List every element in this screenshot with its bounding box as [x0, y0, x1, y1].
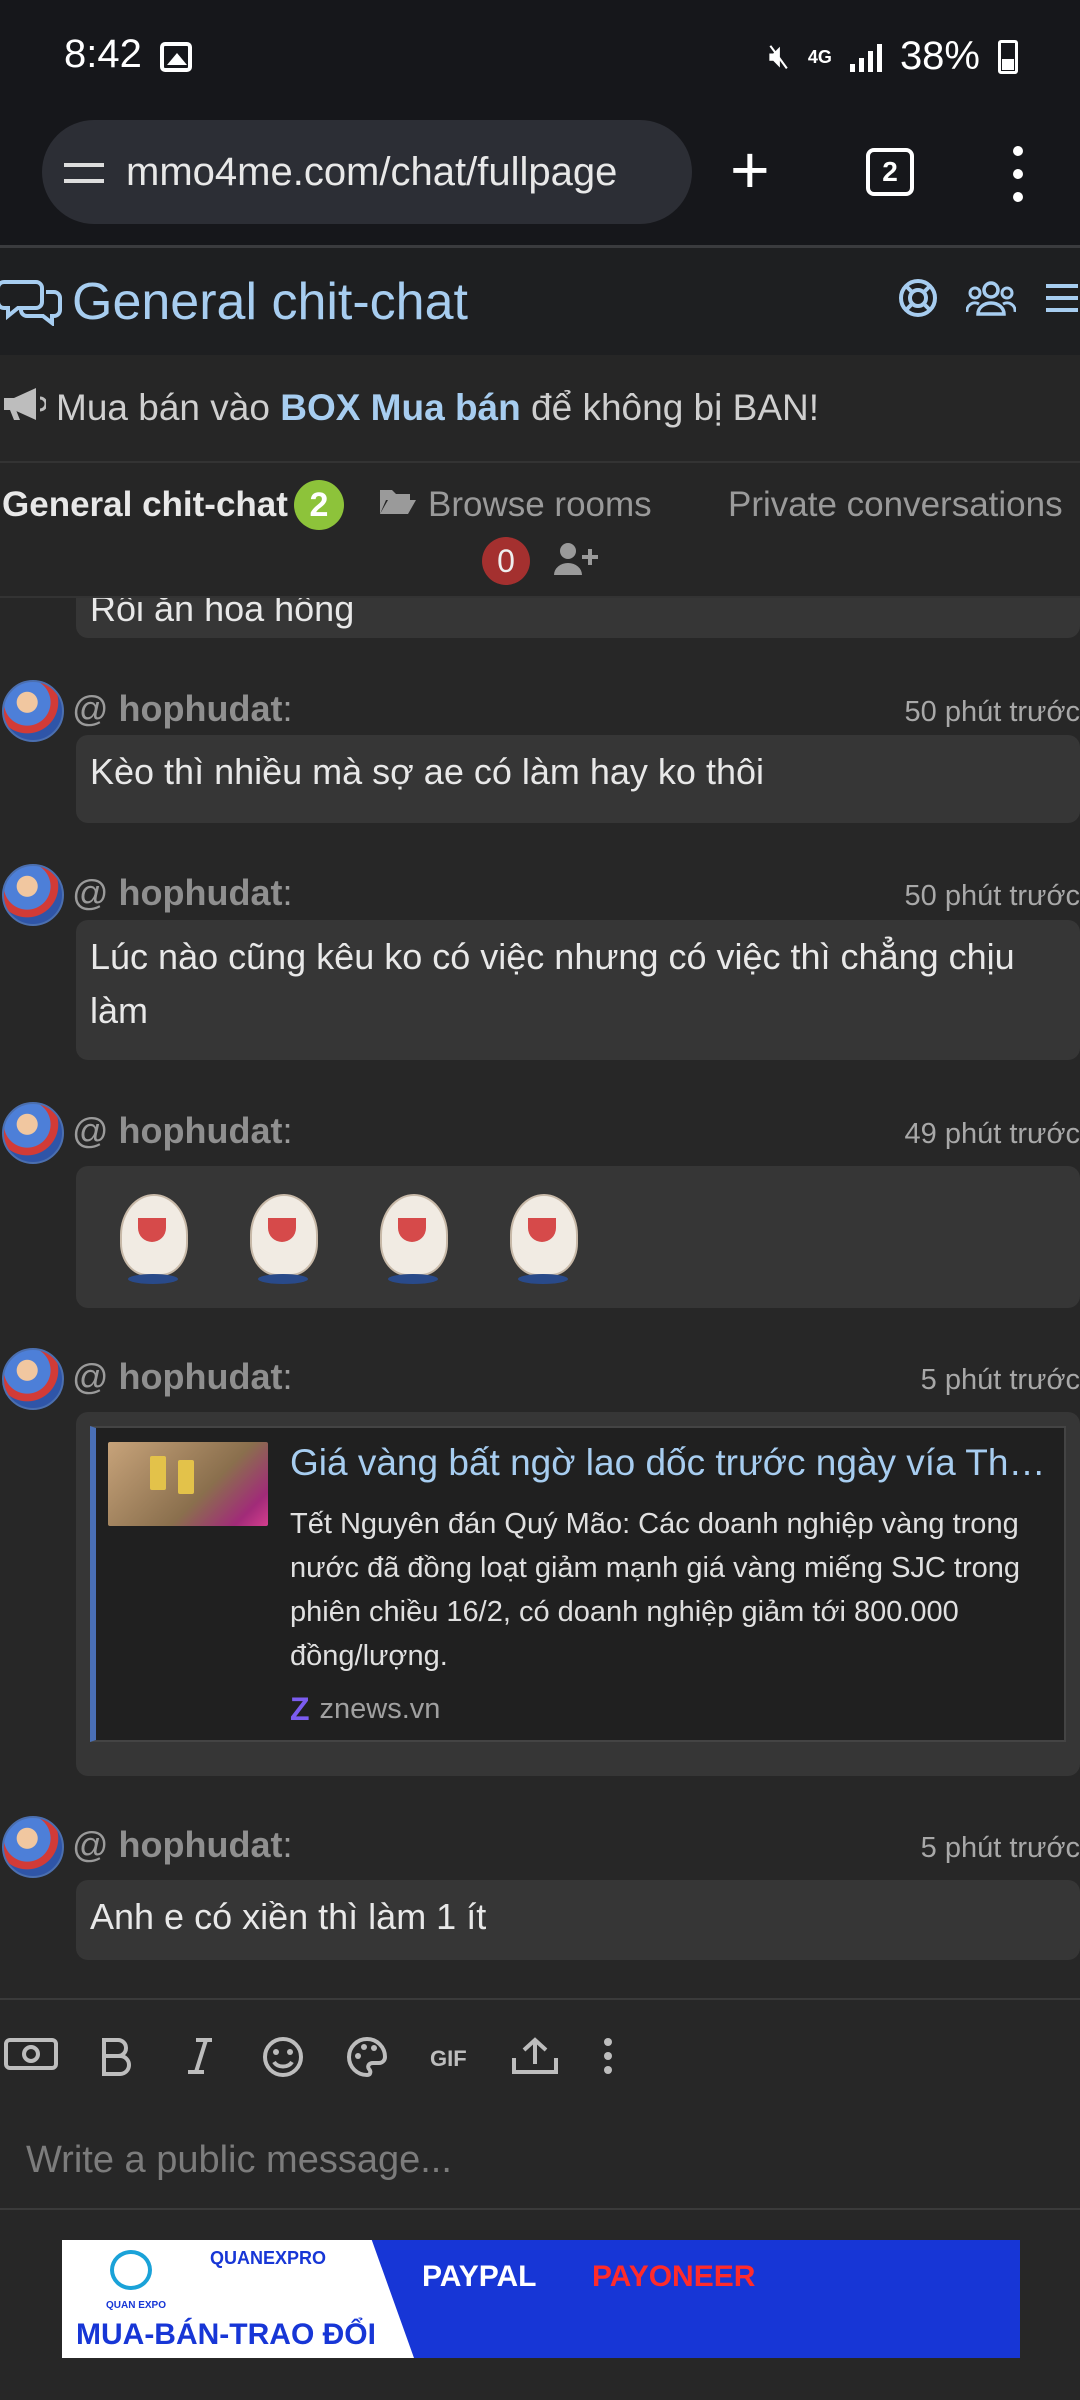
notice-box-link[interactable]: BOX Mua bán — [280, 387, 521, 429]
message-author[interactable]: @ hophudat: — [72, 688, 293, 730]
bold-icon[interactable] — [98, 2036, 134, 2081]
notice-prefix: Mua bán vào — [56, 387, 270, 428]
megaphone-icon — [2, 386, 48, 431]
tab-browse-label: Browse rooms — [428, 485, 652, 524]
avatar[interactable] — [2, 864, 64, 926]
status-indicators: 🔇︎ 4G 38% — [768, 34, 1018, 79]
article-thumbnail — [108, 1442, 268, 1526]
message-list: Rồi ăn hoa hồng @ hophudat: 50 phút trướ… — [0, 598, 1080, 1998]
cat-sticker-icon — [110, 1190, 194, 1286]
message-text: Anh e có xiền thì làm 1 ít — [90, 1896, 487, 1937]
message-bubble: Lúc nào cũng kêu ko có việc nhưng có việ… — [76, 920, 1080, 1060]
avatar[interactable] — [2, 680, 64, 742]
message-author[interactable]: @ hophudat: — [72, 872, 293, 914]
emoji-icon[interactable] — [262, 2036, 304, 2083]
message-input[interactable]: Write a public message... — [0, 2118, 1080, 2210]
znews-logo-icon: Z — [290, 1691, 310, 1727]
chat-room-title: General chit-chat — [72, 273, 468, 331]
link-preview-site: Z znews.vn — [290, 1682, 440, 1736]
battery-level: 38% — [899, 34, 980, 78]
link-preview-card[interactable]: Giá vàng bất ngờ lao dốc trước ngày vía … — [90, 1426, 1066, 1742]
ad-logo-text: QUAN EXPO — [106, 2300, 167, 2311]
battery-icon — [998, 39, 1018, 74]
message-timestamp: 50 phút trước — [904, 880, 1080, 912]
status-time: 8:42 — [64, 32, 142, 76]
message-bubble: Rồi ăn hoa hồng — [76, 598, 1080, 638]
message-bubble: Kèo thì nhiều mà sợ ae có làm hay ko thô… — [76, 735, 1080, 823]
message-text: Rồi ăn hoa hồng — [90, 598, 355, 629]
author-name[interactable]: hophudat — [119, 1110, 283, 1151]
network-type: 4G — [807, 46, 832, 67]
browser-toolbar: mmo4me.com/chat/fullpage + 2 — [0, 110, 1080, 245]
author-name[interactable]: hophudat — [119, 1824, 283, 1865]
chat-notice: Mua bán vào BOX Mua bán để không bị BAN! — [0, 355, 1080, 463]
message-text: Lúc nào cũng kêu ko có việc nhưng có việ… — [90, 936, 1015, 1031]
site-name: znews.vn — [319, 1693, 441, 1725]
author-name[interactable]: hophudat — [119, 872, 283, 913]
message-author[interactable]: @ hophudat: — [72, 1824, 293, 1866]
signal-icon — [849, 42, 882, 72]
header-actions — [898, 278, 1080, 323]
message-timestamp: 5 phút trước — [920, 1832, 1080, 1864]
cat-sticker-icon — [500, 1190, 584, 1286]
link-preview-description: Tết Nguyên đán Quý Mão: Các doanh nghiệp… — [290, 1508, 1021, 1672]
message-timestamp: 49 phút trước — [904, 1118, 1080, 1150]
cat-sticker-icon — [370, 1190, 454, 1286]
ad-brand: QUANEXPRO — [210, 2248, 327, 2268]
help-lifebuoy-icon[interactable] — [898, 278, 938, 323]
tab-switcher-button[interactable]: 2 — [866, 148, 914, 196]
ad-paypal: PAYPAL — [422, 2260, 537, 2293]
italic-icon[interactable] — [182, 2036, 218, 2081]
ad-payoneer: PAYONEER — [592, 2260, 756, 2293]
ad-banner[interactable]: QUAN EXPO QUANEXPRO MUA-BÁN-TRAO ĐỔI PAY… — [62, 2240, 1020, 2358]
message-timestamp: 5 phút trước — [920, 1364, 1080, 1396]
folder-open-icon — [378, 485, 418, 525]
message-bubble: Anh e có xiền thì làm 1 ít — [76, 1880, 1080, 1960]
hamburger-menu-icon[interactable] — [1044, 282, 1080, 319]
link-preview-title[interactable]: Giá vàng bất ngờ lao dốc trước ngày vía … — [290, 1436, 1060, 1490]
more-options-icon[interactable] — [602, 2036, 614, 2081]
chat-tabs: General chit-chat 2 Browse rooms Private… — [0, 463, 1080, 598]
address-bar[interactable]: mmo4me.com/chat/fullpage — [42, 120, 692, 224]
sticker-bubble — [76, 1166, 1080, 1308]
author-name[interactable]: hophudat — [119, 1356, 283, 1397]
browser-menu-button[interactable] — [1008, 144, 1028, 204]
quanexpo-logo-icon — [110, 2250, 152, 2290]
private-badge: 0 — [482, 537, 530, 585]
site-settings-icon[interactable] — [64, 157, 104, 187]
tab-browse-rooms[interactable]: Browse rooms — [378, 485, 652, 525]
message-text: Kèo thì nhiều mà sợ ae có làm hay ko thô… — [90, 751, 764, 792]
chat-bubbles-icon — [0, 276, 62, 331]
ad-left-panel: QUAN EXPO QUANEXPRO MUA-BÁN-TRAO ĐỔI — [62, 2240, 414, 2358]
money-icon[interactable] — [4, 2036, 58, 2077]
message-timestamp: 50 phút trước — [904, 696, 1080, 728]
avatar[interactable] — [2, 1102, 64, 1164]
palette-icon[interactable] — [346, 2036, 388, 2083]
gif-button[interactable]: GIF — [430, 2046, 467, 2072]
upload-icon[interactable] — [510, 2036, 560, 2081]
author-name[interactable]: hophudat — [119, 688, 283, 729]
tab-private-conversations[interactable]: Private conversations — [728, 485, 1063, 525]
gallery-icon — [160, 42, 192, 72]
message-bubble: Giá vàng bất ngờ lao dốc trước ngày vía … — [76, 1412, 1080, 1776]
members-icon[interactable] — [965, 278, 1017, 323]
mute-icon: 🔇︎ — [768, 37, 790, 75]
chat-header: General chit-chat — [0, 245, 1080, 355]
avatar[interactable] — [2, 1348, 64, 1410]
cat-sticker-icon — [240, 1190, 324, 1286]
avatar[interactable] — [2, 1816, 64, 1878]
unread-badge: 2 — [294, 480, 344, 530]
message-author[interactable]: @ hophudat: — [72, 1356, 293, 1398]
status-bar: 8:42 🔇︎ 4G 38% — [0, 0, 1080, 110]
url-text[interactable]: mmo4me.com/chat/fullpage — [126, 150, 617, 195]
ad-tagline: MUA-BÁN-TRAO ĐỔI — [76, 2318, 376, 2351]
new-tab-button[interactable]: + — [730, 130, 770, 210]
composer-toolbar: GIF — [0, 1998, 1080, 2118]
tab-general-chit-chat[interactable]: General chit-chat — [2, 485, 288, 525]
notice-suffix: để không bị BAN! — [531, 387, 819, 428]
message-author[interactable]: @ hophudat: — [72, 1110, 293, 1152]
add-user-icon[interactable] — [552, 541, 602, 582]
